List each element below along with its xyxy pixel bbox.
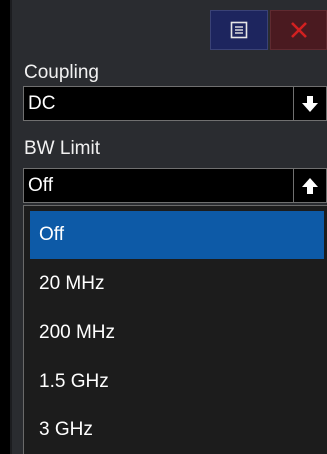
bw-option-1-5ghz[interactable]: 1.5 GHz bbox=[30, 358, 324, 406]
bw-option-3ghz[interactable]: 3 GHz bbox=[30, 406, 324, 454]
menu-button[interactable] bbox=[210, 10, 268, 50]
bw-limit-dropdown-list: Off 20 MHz 200 MHz 1.5 GHz 3 GHz bbox=[23, 205, 327, 454]
coupling-label: Coupling bbox=[24, 62, 99, 83]
bw-option-200mhz[interactable]: 200 MHz bbox=[30, 309, 324, 357]
bw-limit-label: BW Limit bbox=[24, 138, 100, 159]
panel-title-bar bbox=[12, 0, 327, 50]
bw-option-20mhz[interactable]: 20 MHz bbox=[30, 260, 324, 308]
close-icon bbox=[290, 22, 307, 38]
menu-icon bbox=[230, 21, 248, 39]
coupling-select[interactable]: DC bbox=[23, 86, 327, 121]
coupling-dropdown-button[interactable] bbox=[293, 87, 326, 120]
bw-limit-value: Off bbox=[28, 175, 53, 196]
bw-limit-select[interactable]: Off bbox=[23, 168, 327, 203]
arrow-down-icon bbox=[302, 95, 318, 112]
bw-option-off[interactable]: Off bbox=[30, 211, 324, 259]
channel-settings-panel: Coupling DC BW Limit Off Off 20 MHz 200 … bbox=[10, 0, 327, 454]
arrow-up-icon bbox=[302, 177, 318, 194]
bw-limit-dropdown-button[interactable] bbox=[293, 169, 326, 202]
close-button[interactable] bbox=[270, 10, 327, 50]
coupling-value: DC bbox=[28, 93, 56, 114]
